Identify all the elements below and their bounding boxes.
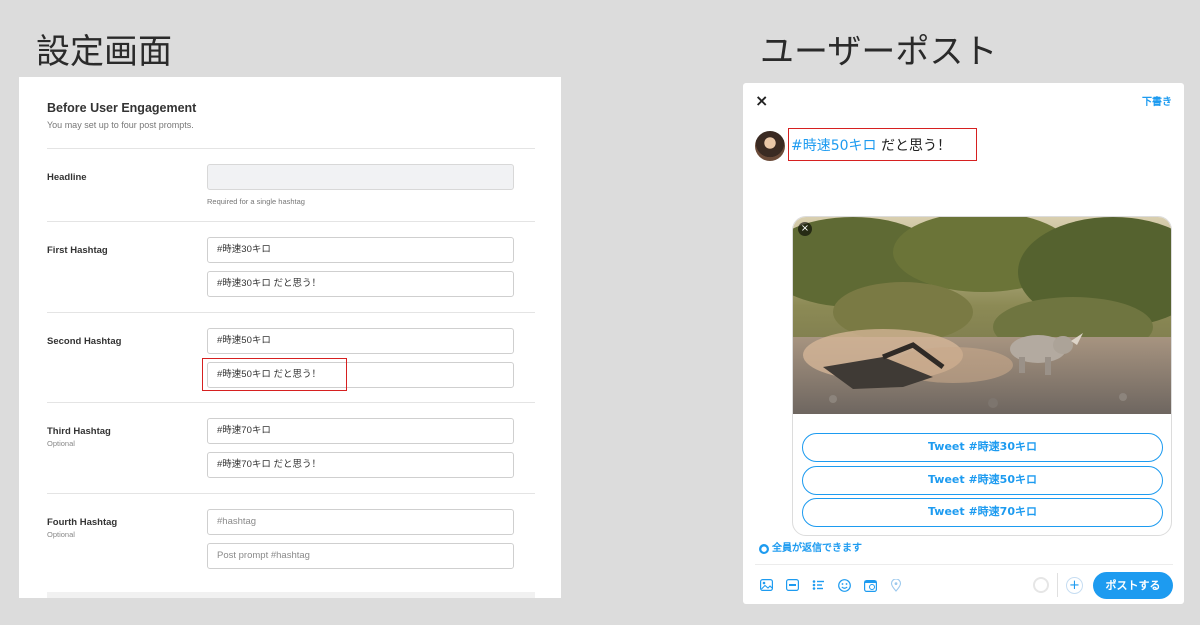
highlight-box — [788, 128, 977, 161]
third-prompt-input[interactable]: #時速70キロ だと思う！ — [207, 452, 514, 478]
location-icon[interactable] — [889, 578, 903, 593]
poll-icon[interactable] — [811, 579, 825, 593]
poll-option-button[interactable]: Tweet #時速50キロ — [802, 466, 1163, 495]
divider — [47, 402, 535, 403]
avatar — [755, 131, 785, 161]
third-optional-text: Optional — [47, 439, 75, 448]
first-hashtag-label: First Hashtag — [47, 245, 108, 256]
divider — [47, 148, 535, 149]
settings-panel: Before User Engagement You may set up to… — [19, 77, 561, 598]
divider — [47, 592, 535, 598]
character-counter — [1033, 577, 1049, 593]
first-prompt-input[interactable]: #時速30キロ だと思う！ — [207, 271, 514, 297]
highlight-box — [202, 358, 347, 391]
divider — [47, 493, 535, 494]
fourth-prompt-input[interactable]: Post prompt #hashtag — [207, 543, 514, 569]
second-hashtag-label: Second Hashtag — [47, 336, 122, 347]
post-composer: × 下書き #時速50キロ だと思う！ × Tweet #時速30キロ Twee… — [743, 83, 1184, 604]
headline-input[interactable] — [207, 164, 514, 190]
poll-option-button[interactable]: Tweet #時速30キロ — [802, 433, 1163, 462]
add-post-button[interactable]: + — [1066, 577, 1083, 594]
globe-icon: ● — [759, 544, 769, 554]
emoji-icon[interactable] — [837, 579, 851, 593]
second-hashtag-input[interactable]: #時速50キロ — [207, 328, 514, 354]
headline-help-text: Required for a single hashtag — [207, 197, 305, 206]
draft-link[interactable]: 下書き — [1142, 93, 1172, 108]
headline-label: Headline — [47, 172, 87, 183]
reply-setting-label: 全員が返信できます — [772, 543, 862, 554]
image-icon[interactable] — [759, 579, 773, 593]
user-post-title: ユーザーポスト — [760, 32, 998, 72]
divider — [47, 312, 535, 313]
divider — [47, 221, 535, 222]
schedule-icon[interactable] — [863, 579, 877, 593]
settings-heading: Before User Engagement — [47, 101, 197, 115]
divider — [1057, 573, 1058, 597]
fourth-hashtag-input[interactable]: #hashtag — [207, 509, 514, 535]
poll-option-button[interactable]: Tweet #時速70キロ — [802, 498, 1163, 527]
third-hashtag-label: Third Hashtag — [47, 426, 111, 437]
reply-setting[interactable]: ● 全員が返信できます — [759, 539, 862, 554]
close-icon[interactable]: × — [755, 91, 768, 110]
divider — [755, 564, 1173, 565]
media-card: × Tweet #時速30キロ Tweet #時速50キロ Tweet #時速7… — [792, 216, 1172, 536]
first-hashtag-input[interactable]: #時速30キロ — [207, 237, 514, 263]
settings-screen-title: 設定画面 — [36, 32, 172, 72]
fourth-optional-text: Optional — [47, 530, 75, 539]
fourth-hashtag-label: Fourth Hashtag — [47, 517, 118, 528]
remove-media-icon[interactable]: × — [798, 222, 812, 236]
settings-header: Before User Engagement You may set up to… — [47, 101, 196, 130]
third-hashtag-input[interactable]: #時速70キロ — [207, 418, 514, 444]
post-button[interactable]: ポストする — [1093, 572, 1173, 599]
gif-icon[interactable] — [785, 579, 799, 593]
rhino-photo — [793, 217, 1171, 414]
settings-subheading: You may set up to four post prompts. — [47, 120, 194, 130]
